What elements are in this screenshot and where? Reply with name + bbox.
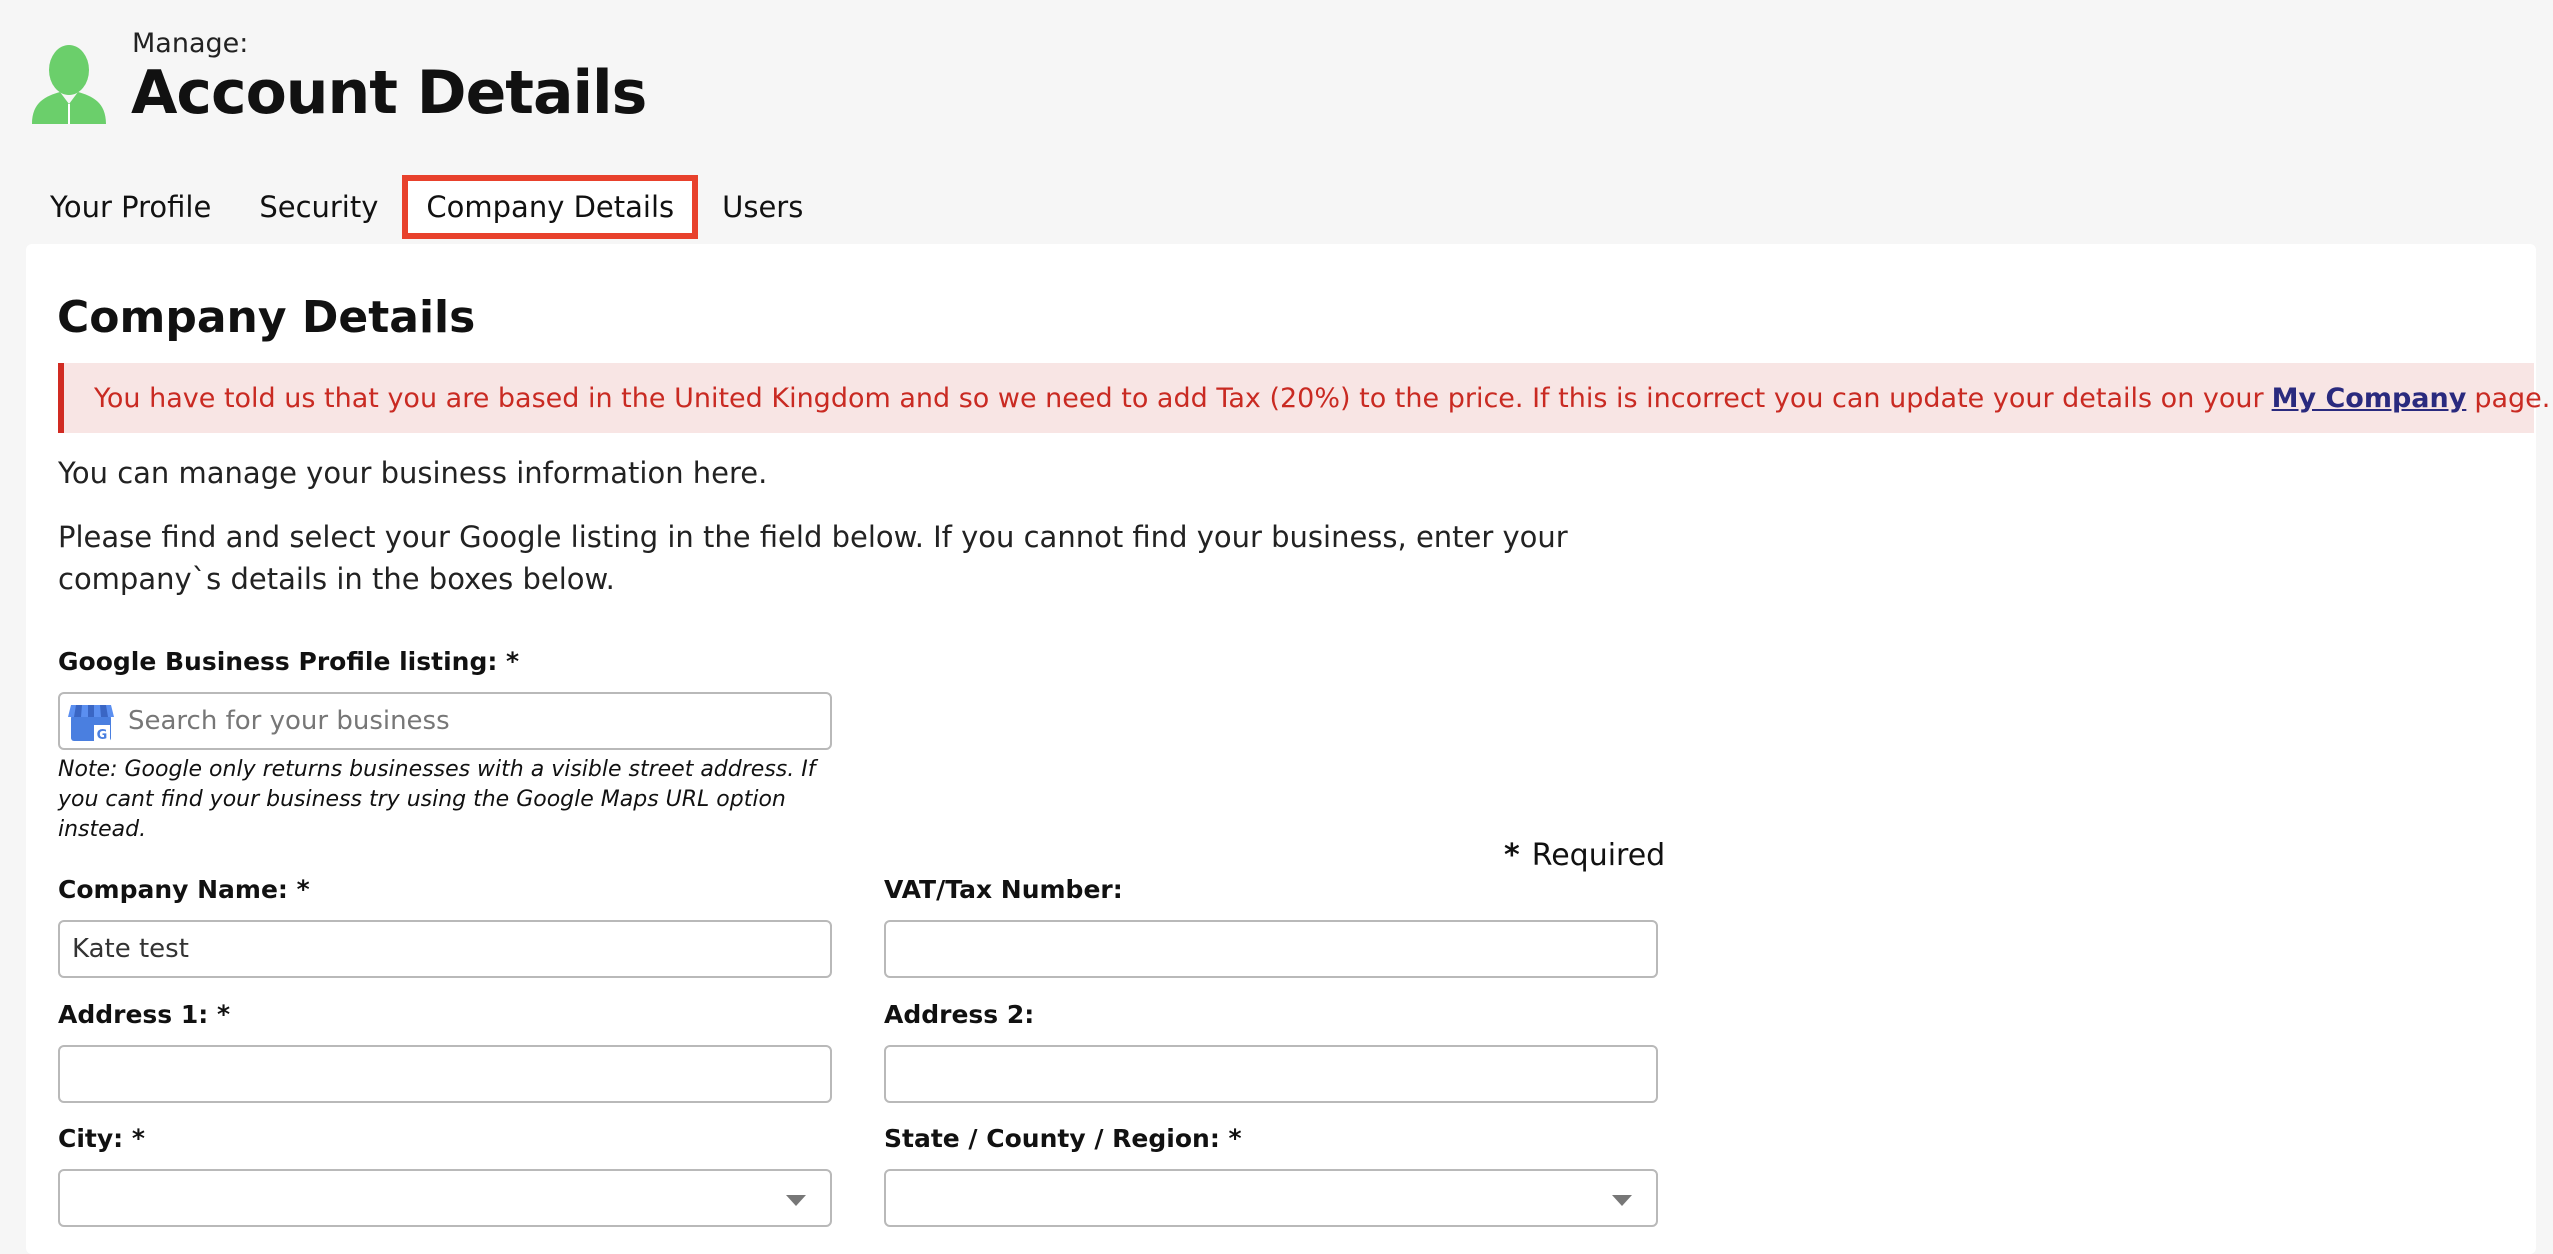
required-asterisk: * (1504, 838, 1520, 873)
my-company-link[interactable]: My Company (2272, 383, 2467, 414)
user-avatar-icon (32, 45, 106, 124)
manage-label: Manage: (132, 28, 249, 59)
address2-input[interactable] (884, 1045, 1658, 1103)
tax-alert: You have told us that you are based in t… (58, 363, 2550, 433)
tab-security[interactable]: Security (235, 175, 402, 239)
chevron-down-icon (1612, 1195, 1632, 1206)
google-business-icon: G (68, 705, 114, 743)
tab-users[interactable]: Users (698, 175, 827, 239)
address1-label: Address 1: * (58, 1000, 231, 1029)
gbp-note: Note: Google only returns businesses wit… (58, 757, 816, 842)
required-legend: * Required (1504, 838, 1665, 873)
vat-label: VAT/Tax Number: (884, 875, 1123, 904)
required-text: Required (1531, 838, 1666, 873)
address2-label: Address 2: (884, 1000, 1035, 1029)
page-header: Manage: Account Details (0, 0, 2553, 170)
instructions-text: Please find and select your Google listi… (58, 520, 1568, 596)
vat-input[interactable] (884, 920, 1658, 978)
company-details-panel: Company Details You have told us that yo… (26, 244, 2550, 1254)
region-select[interactable] (884, 1169, 1658, 1227)
company-name-input[interactable] (58, 920, 832, 978)
address1-input[interactable] (58, 1045, 832, 1103)
svg-text:G: G (97, 728, 108, 743)
tab-company-details[interactable]: Company Details (402, 175, 699, 239)
alert-text: You have told us that you are based in t… (94, 382, 2264, 414)
gbp-label: Google Business Profile listing: * (58, 647, 520, 676)
section-title: Company Details (57, 292, 476, 343)
company-name-label: Company Name: * (58, 875, 310, 904)
city-label: City: * (58, 1124, 145, 1153)
region-label: State / County / Region: * (884, 1124, 1242, 1153)
account-tabs: Your Profile Security Company Details Us… (26, 172, 827, 242)
tab-your-profile[interactable]: Your Profile (26, 175, 235, 239)
city-select[interactable] (58, 1169, 832, 1227)
intro-text: You can manage your business information… (58, 456, 768, 490)
page-title: Account Details (131, 58, 647, 128)
chevron-down-icon (786, 1195, 806, 1206)
gbp-search-input[interactable] (58, 692, 832, 750)
alert-text-end: page. (2474, 382, 2551, 414)
